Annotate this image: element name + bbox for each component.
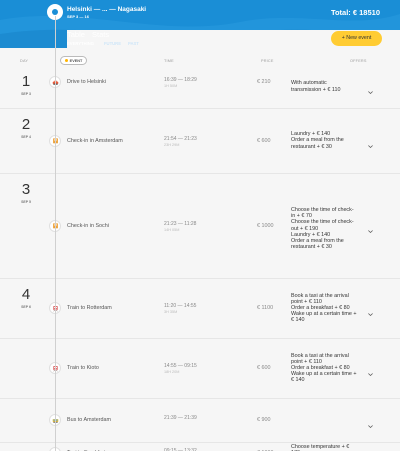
trip-total: Total: € 18510 (330, 8, 380, 17)
event-title[interactable]: Train to Kioto (67, 365, 99, 371)
day-date: SEP 3 (21, 92, 31, 96)
event-price: € 1000 (257, 222, 274, 229)
day-number: 2 (21, 116, 31, 133)
column-header-day[interactable]: DAY (20, 59, 28, 63)
event-time: 16:39 — 18:29 (164, 77, 197, 83)
event-price: € 600 (257, 365, 271, 371)
row-divider (0, 398, 400, 399)
chevron-down-icon[interactable] (367, 137, 374, 149)
day-date: SEP 4 (21, 135, 31, 139)
event-title[interactable]: Check-in in Sochi (67, 223, 109, 229)
row-divider (0, 108, 400, 109)
chevron-down-icon[interactable] (367, 83, 374, 95)
day-number: 4 (21, 286, 31, 303)
column-header-event[interactable]: EVENT (60, 56, 87, 65)
event-duration: 3H 35M (164, 310, 178, 314)
event-price: € 600 (257, 137, 271, 144)
trip-dates: SEP 3 — 16 (67, 14, 89, 19)
column-header-price[interactable]: PRICE (261, 59, 274, 63)
sort-indicator-icon (64, 59, 68, 62)
event-title[interactable]: Bus to Amsterdam (67, 417, 111, 423)
event-duration: 23H 29M (164, 142, 180, 147)
new-event-button[interactable]: + New event (331, 31, 382, 46)
event-time: 21:23 — 11:28 (164, 220, 197, 227)
event-offers: Choose temperature + € 170 Drive quickly… (291, 443, 350, 451)
column-header-event-label: EVENT (69, 58, 83, 63)
row-divider (0, 173, 400, 174)
event-offers: With automatic transmission + € 110 (291, 80, 341, 93)
events-table: DAY EVENT TIME PRICE OFFERS 1 SEP 3 Drive … (0, 48, 400, 451)
event-price: € 1100 (257, 305, 274, 311)
day-number: 3 (21, 181, 31, 198)
day-date: SEP 6 (21, 305, 31, 309)
event-time: 11:20 — 14:55 (164, 303, 197, 309)
event-offers: Laundry + € 140 Order a meal from the re… (291, 131, 344, 150)
event-title[interactable]: Check-in in Amsterdam (67, 138, 123, 144)
event-offers: Choose the time of check-in + € 70 Choos… (291, 206, 354, 251)
filter-everything[interactable]: EVERYTHING (67, 41, 94, 46)
event-title[interactable]: Drive to Helsinki (67, 79, 106, 85)
event-time: 21:39 — 21:39 (164, 415, 197, 421)
event-offers: Book a taxi at the arrival point + € 110… (291, 292, 357, 324)
event-price: € 210 (257, 79, 271, 85)
chevron-down-icon[interactable] (367, 365, 374, 376)
filter-past[interactable]: PAST (128, 41, 139, 46)
column-header-time[interactable]: TIME (164, 59, 174, 63)
event-offers: Book a taxi at the arrival point + € 110… (291, 352, 357, 384)
event-duration: 18H 20M (164, 370, 180, 374)
event-duration: 14H 05M (164, 227, 180, 232)
event-title[interactable]: Train to Rotterdam (67, 305, 112, 311)
filter-future[interactable]: FUTURE (104, 41, 121, 46)
chevron-down-icon[interactable] (367, 417, 374, 428)
chevron-down-icon[interactable] (367, 222, 374, 234)
event-duration: 1H 50M (164, 84, 178, 88)
trip-title: Helsinki — ... — Nagasaki (67, 6, 147, 13)
column-header-offers: OFFERS (350, 59, 367, 63)
chevron-down-icon[interactable] (367, 305, 374, 316)
timeline-line (55, 16, 56, 451)
event-time: 14:55 — 09:15 (164, 363, 197, 369)
day-number: 1 (21, 73, 31, 90)
row-divider (0, 442, 400, 443)
day-date: SEP 5 (21, 200, 31, 204)
row-divider (0, 338, 400, 339)
tab-stats[interactable]: Stats (92, 30, 109, 39)
event-price: € 900 (257, 417, 271, 423)
row-divider (0, 278, 400, 279)
event-time: 21:54 — 21:23 (164, 135, 197, 142)
